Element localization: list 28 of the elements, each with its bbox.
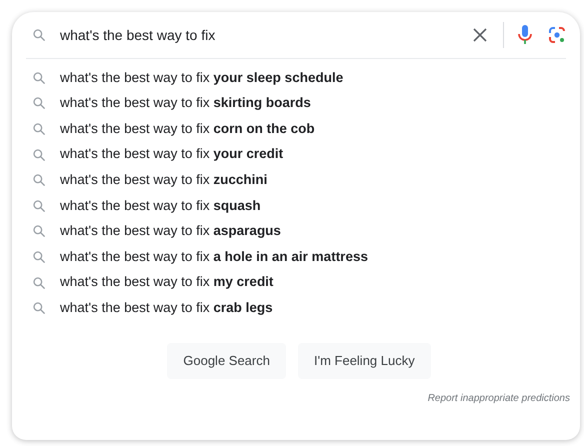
suggestion-item[interactable]: what's the best way to fix a hole in an air mattress bbox=[12, 244, 580, 270]
search-icon bbox=[32, 148, 46, 162]
search-icon bbox=[32, 250, 46, 264]
suggestion-item[interactable]: what's the best way to fix asparagus bbox=[12, 218, 580, 244]
report-link[interactable]: Report inappropriate predictions bbox=[428, 390, 570, 406]
search-field[interactable]: what's the best way to fix bbox=[60, 24, 473, 46]
search-icon bbox=[32, 28, 46, 42]
search-icon bbox=[32, 224, 46, 238]
search-button[interactable]: Google Search bbox=[167, 342, 286, 379]
search-icon bbox=[32, 70, 46, 85]
suggestion-item[interactable]: what's the best way to fix my credit bbox=[12, 270, 580, 296]
suggestion-item[interactable]: what's the best way to fix your sleep schedule bbox=[12, 65, 580, 91]
microphone-icon[interactable] bbox=[518, 25, 532, 45]
search-icon bbox=[32, 122, 46, 136]
suggestion-item[interactable]: what's the best way to fix skirting boards bbox=[12, 90, 580, 116]
suggestion-item[interactable]: what's the best way to fix corn on the cob bbox=[12, 116, 580, 142]
suggestion-item[interactable]: what's the best way to fix squash bbox=[12, 192, 580, 219]
close-icon[interactable] bbox=[473, 28, 487, 42]
search-icon bbox=[32, 276, 46, 290]
search-icon bbox=[32, 198, 46, 213]
suggestion-item[interactable]: what's the best way to fix your credit bbox=[12, 142, 580, 168]
search-icon bbox=[32, 96, 46, 110]
suggestion-item[interactable]: what's the best way to fix zucchini bbox=[12, 167, 580, 193]
camera-icon[interactable] bbox=[548, 26, 566, 44]
search-icon bbox=[32, 173, 46, 188]
search-button[interactable]: I'm Feeling Lucky bbox=[298, 342, 431, 379]
search-icon bbox=[32, 301, 46, 316]
suggestion-item[interactable]: what's the best way to fix crab legs bbox=[12, 295, 580, 321]
